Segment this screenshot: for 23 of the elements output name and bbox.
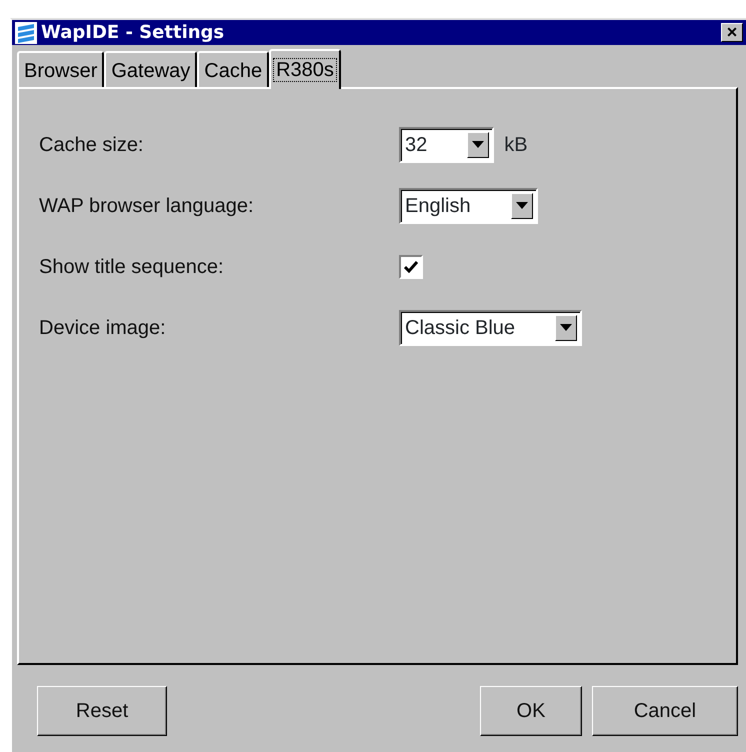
- tab[interactable]: Browser: [17, 51, 104, 87]
- dropdown-arrow-icon: [472, 141, 484, 148]
- dropdown-arrow-icon: [516, 202, 528, 209]
- app-logo-icon: [15, 22, 37, 44]
- close-button[interactable]: ×: [721, 23, 743, 42]
- dropdown-arrow-icon: [560, 324, 572, 331]
- tab[interactable]: Cache: [197, 51, 270, 87]
- setting-label: WAP browser language:: [39, 194, 255, 218]
- check-icon: [404, 260, 418, 272]
- reset-button[interactable]: Reset: [37, 686, 167, 736]
- tab[interactable]: R380s: [269, 49, 341, 89]
- setting-label: Show title sequence:: [39, 254, 225, 280]
- window-title: WapIDE - Settings: [41, 21, 224, 45]
- dropdown-field[interactable]: Classic Blue: [399, 310, 582, 346]
- dropdown-field[interactable]: English: [399, 188, 538, 224]
- checkbox[interactable]: [399, 254, 423, 278]
- unit-label: kB: [504, 132, 528, 158]
- tab[interactable]: Gateway: [104, 51, 198, 87]
- ok-button[interactable]: OK: [480, 686, 582, 736]
- dropdown-field[interactable]: 32: [399, 126, 494, 162]
- cancel-button[interactable]: Cancel: [592, 686, 738, 736]
- setting-label: Cache size:: [39, 132, 144, 158]
- setting-label: Device image:: [39, 316, 167, 340]
